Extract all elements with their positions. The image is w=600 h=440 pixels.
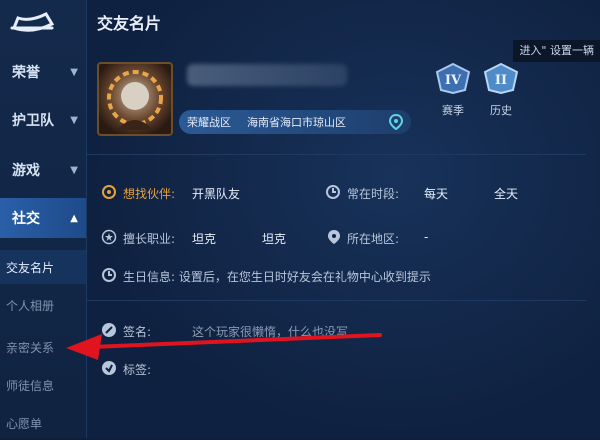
history-rank-badge[interactable]: II 历史 <box>481 62 521 118</box>
svg-text:IV: IV <box>445 73 462 88</box>
chevron-down-icon: ▼ <box>70 66 78 78</box>
chevron-up-icon: ▲ <box>70 212 78 224</box>
svg-text:II: II <box>495 73 507 88</box>
partner-label: 想找伙伴: <box>123 187 176 201</box>
page-title: 交友名片 <box>97 14 162 33</box>
partner-icon <box>101 184 117 200</box>
tags-label: 标签: <box>123 363 152 377</box>
star-icon <box>101 229 117 245</box>
sidebar-subitem-card[interactable]: 交友名片 <box>0 250 86 284</box>
rank-emblem-icon: II <box>483 62 519 95</box>
clock-icon <box>101 267 117 283</box>
zone-label: 荣耀战区 <box>187 116 231 129</box>
chevron-down-icon: ▼ <box>70 164 78 176</box>
tip-banner: 进入" 设置一辆 <box>513 40 600 62</box>
sidebar-item-game[interactable]: 游戏 ▼ <box>0 150 86 190</box>
role-value-2[interactable]: 坦克 <box>262 230 286 247</box>
back-arrow-icon[interactable] <box>8 6 58 34</box>
divider <box>87 300 586 301</box>
area-value[interactable]: - <box>424 230 428 244</box>
player-name-blurred <box>187 64 347 86</box>
edit-icon <box>101 322 117 338</box>
sidebar-subitem-label: 师徒信息 <box>6 378 55 393</box>
role-value-1[interactable]: 坦克 <box>192 230 216 247</box>
tag-icon <box>101 360 117 376</box>
online-time-value[interactable]: 全天 <box>494 185 518 202</box>
sidebar-item-label: 社交 <box>12 211 40 227</box>
sidebar-item-label: 荣誉 <box>12 65 40 81</box>
role-label: 擅长职业: <box>123 232 176 246</box>
sidebar: 荣誉 ▼ 护卫队 ▼ 游戏 ▼ 社交 ▲ 交友名片 个人相册 亲密关系 师徒信息… <box>0 0 87 438</box>
history-label: 历史 <box>490 104 512 117</box>
birthday-info: 生日信息: 设置后，在您生日时好友会在礼物中心收到提示 <box>123 270 431 284</box>
divider <box>87 154 586 155</box>
sidebar-subitem-label: 亲密关系 <box>6 340 55 355</box>
sidebar-subitem-label: 个人相册 <box>6 298 55 313</box>
avatar[interactable] <box>97 62 173 136</box>
location-pin-icon <box>327 229 343 245</box>
sidebar-item-label: 护卫队 <box>12 113 54 129</box>
region-label: 海南省海口市琼山区 <box>247 116 346 129</box>
clock-icon <box>325 184 341 200</box>
partner-value[interactable]: 开黑队友 <box>192 185 240 202</box>
season-label: 赛季 <box>442 104 464 117</box>
sidebar-item-honor[interactable]: 荣誉 ▼ <box>0 52 86 92</box>
sidebar-subitem-label: 交友名片 <box>6 260 55 275</box>
sidebar-subitem-label: 心愿单 <box>6 416 43 431</box>
online-days-value[interactable]: 每天 <box>424 185 448 202</box>
area-label: 所在地区: <box>347 232 400 246</box>
rank-emblem-icon: IV <box>435 62 471 95</box>
sidebar-subitem-wishlist[interactable]: 心愿单 <box>0 406 86 440</box>
sidebar-item-social[interactable]: 社交 ▲ <box>0 198 86 238</box>
online-label: 常在时段: <box>347 187 400 201</box>
sidebar-item-guard[interactable]: 护卫队 ▼ <box>0 100 86 140</box>
sidebar-item-label: 游戏 <box>12 163 40 179</box>
chevron-down-icon: ▼ <box>70 114 78 126</box>
location-pin-icon[interactable] <box>388 113 404 133</box>
signature-label: 签名: <box>123 325 152 339</box>
signature-value[interactable]: 这个玩家很懒惰，什么也没写 <box>192 323 348 340</box>
sidebar-subitem-album[interactable]: 个人相册 <box>0 288 86 322</box>
season-rank-badge[interactable]: IV 赛季 <box>433 62 473 118</box>
location-bar[interactable]: 荣耀战区 海南省海口市琼山区 <box>179 110 411 134</box>
sidebar-subitem-intimacy[interactable]: 亲密关系 <box>0 330 86 364</box>
sidebar-subitem-mentor[interactable]: 师徒信息 <box>0 368 86 402</box>
main-panel: 交友名片 进入" 设置一辆 荣耀战区 海南省海口市琼山区 IV 赛季 II 历史… <box>87 0 600 438</box>
